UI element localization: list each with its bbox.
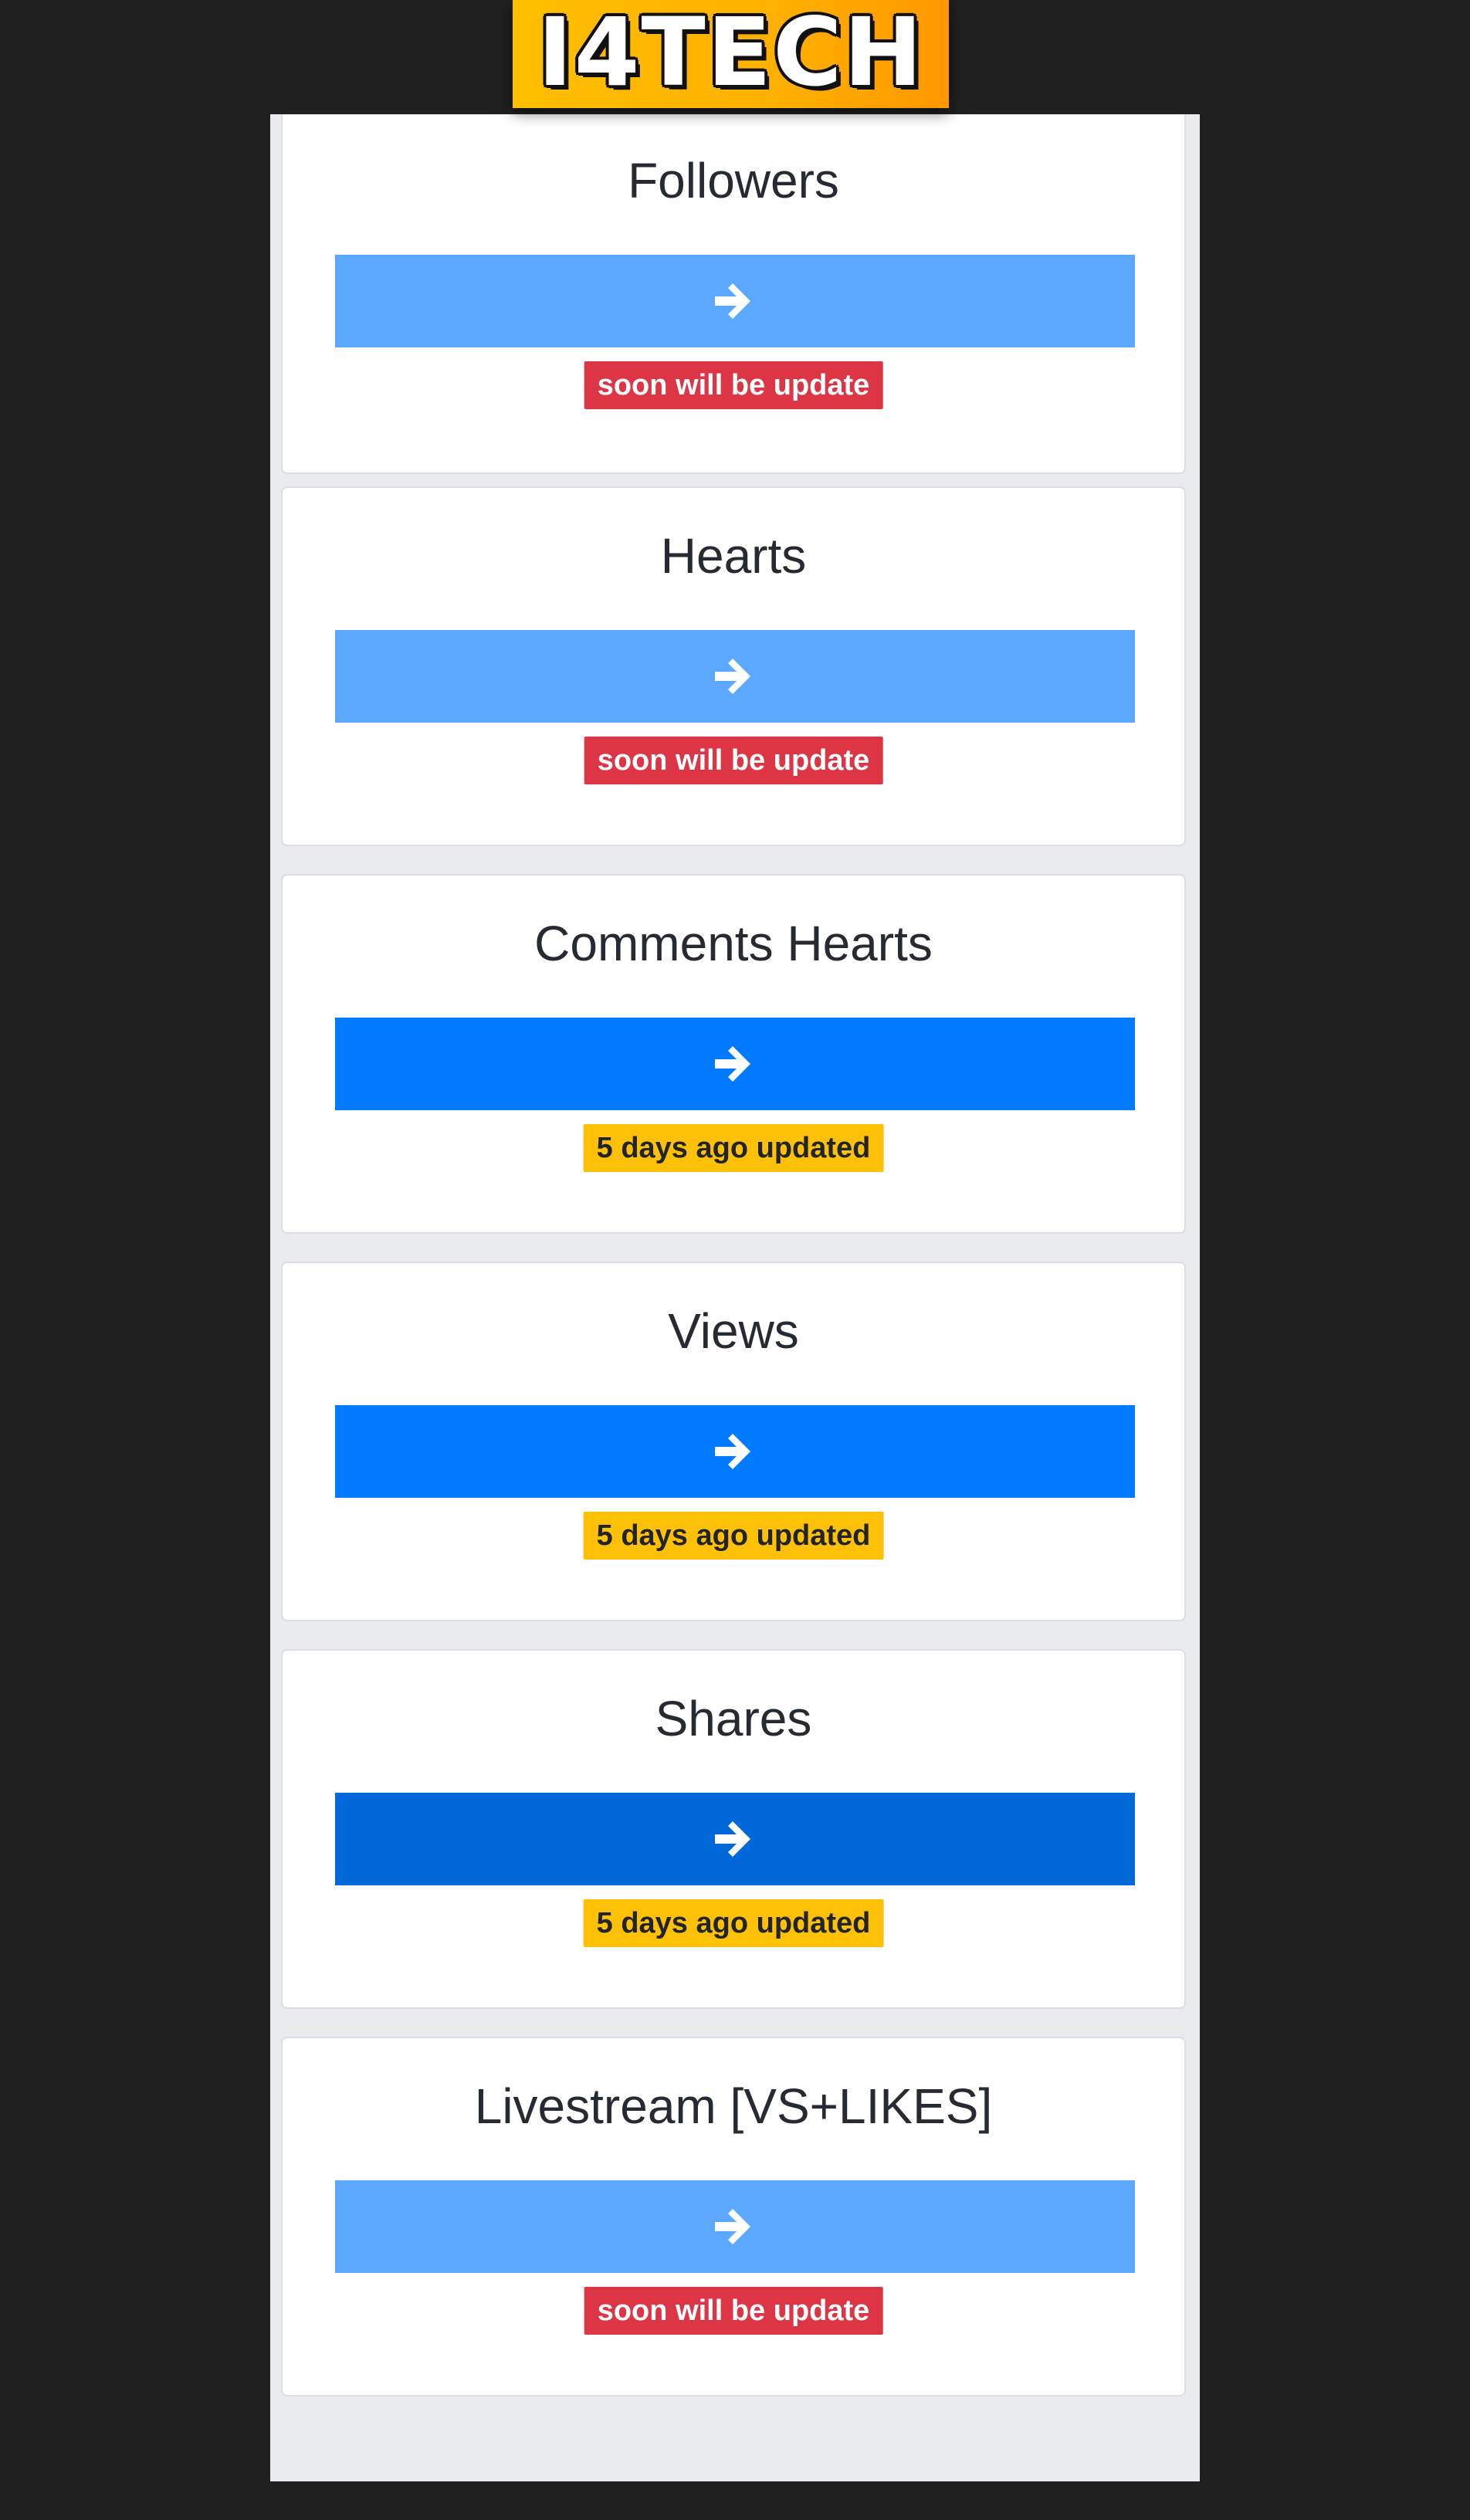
arrow-right-icon <box>715 659 750 694</box>
card-title: Views <box>668 1303 799 1359</box>
service-card-views: Views 5 days ago updated <box>281 1262 1186 1621</box>
arrow-right-icon <box>715 2209 750 2244</box>
status-badge: 5 days ago updated <box>583 1512 884 1560</box>
go-views-button[interactable] <box>335 1405 1135 1498</box>
service-card-hearts: Hearts soon will be update <box>281 486 1186 846</box>
status-badge: soon will be update <box>584 361 883 409</box>
card-title: Comments Hearts <box>534 916 933 971</box>
card-title: Hearts <box>660 528 807 584</box>
go-shares-button[interactable] <box>335 1793 1135 1885</box>
status-badge: 5 days ago updated <box>583 1124 884 1172</box>
service-card-followers: Followers soon will be update <box>281 114 1186 474</box>
service-card-shares: Shares 5 days ago updated <box>281 1649 1186 2009</box>
go-hearts-button[interactable] <box>335 630 1135 723</box>
card-title: Followers <box>628 153 839 208</box>
go-comments-hearts-button[interactable] <box>335 1018 1135 1110</box>
go-livestream-button[interactable] <box>335 2180 1135 2273</box>
arrow-right-icon <box>715 283 750 319</box>
logo-text: I4TECH <box>537 0 924 107</box>
brand-logo: I4TECH <box>513 0 949 108</box>
card-title: Livestream [VS+LIKES] <box>474 2078 993 2134</box>
service-card-comments-hearts: Comments Hearts 5 days ago updated <box>281 874 1186 1234</box>
mobile-screen: Followers soon will be update Hearts soo… <box>270 114 1200 2481</box>
card-title: Shares <box>655 1691 812 1746</box>
status-badge: soon will be update <box>584 737 883 784</box>
arrow-right-icon <box>715 1434 750 1469</box>
go-followers-button[interactable] <box>335 255 1135 347</box>
service-card-livestream: Livestream [VS+LIKES] soon will be updat… <box>281 2037 1186 2396</box>
status-badge: soon will be update <box>584 2287 883 2335</box>
arrow-right-icon <box>715 1046 750 1082</box>
arrow-right-icon <box>715 1821 750 1857</box>
status-badge: 5 days ago updated <box>583 1899 884 1947</box>
